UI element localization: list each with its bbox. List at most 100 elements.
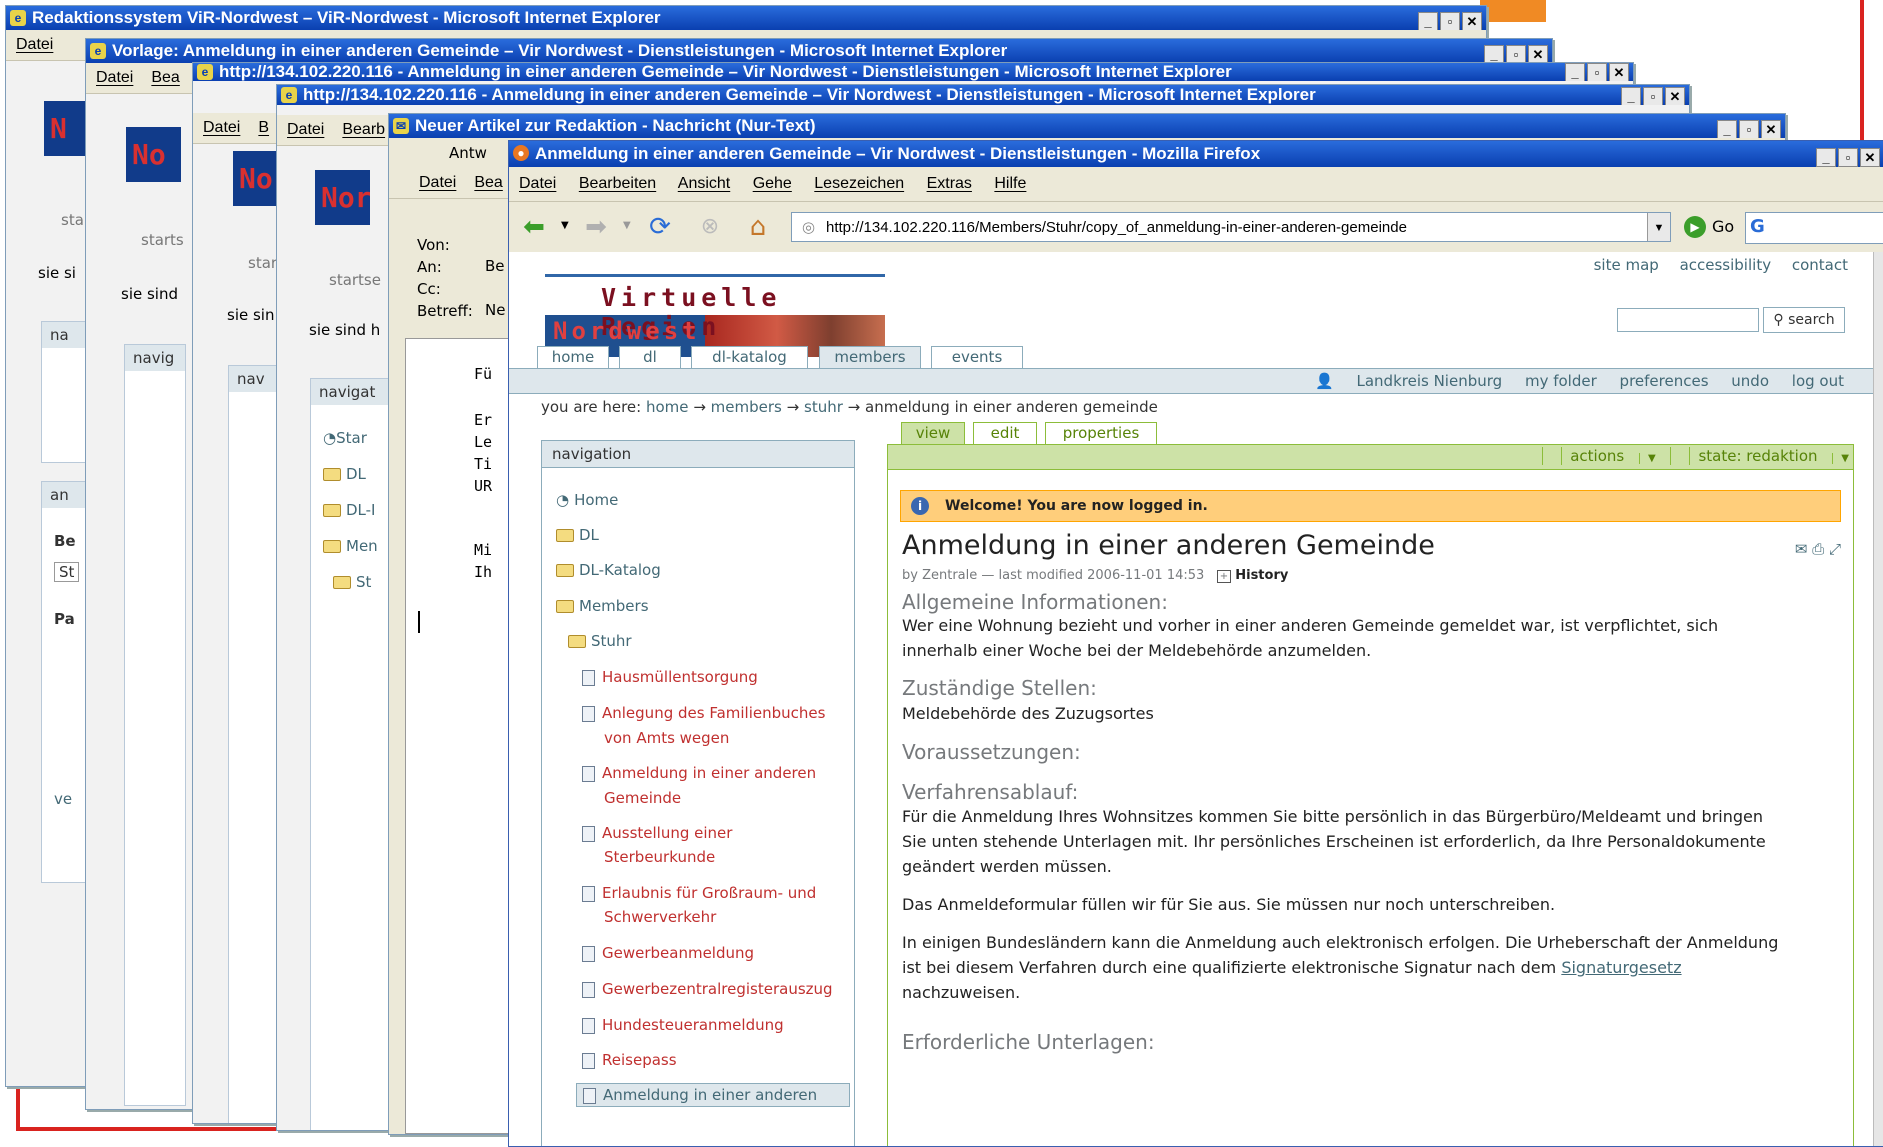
window-controls[interactable]: _ ▫ ✕ xyxy=(1619,86,1685,105)
minimize-button[interactable]: _ xyxy=(1717,120,1737,138)
tab-properties[interactable]: properties xyxy=(1045,422,1157,444)
site-map-link[interactable]: site map xyxy=(1594,256,1659,274)
nav-doc-current[interactable]: Anmeldung in einer anderen xyxy=(576,1083,850,1107)
maximize-button[interactable]: ▫ xyxy=(1587,63,1607,81)
search-button[interactable]: ⚲ search xyxy=(1763,307,1845,333)
home-button[interactable]: ⌂ xyxy=(741,210,775,244)
nav-doc[interactable]: Reisepass xyxy=(582,1051,677,1069)
menu-bearbeiten[interactable]: Bearbeiten xyxy=(579,175,656,192)
nav-doc[interactable]: Erlaubnis für Großraum- und xyxy=(582,884,816,902)
minimize-button[interactable]: _ xyxy=(1565,63,1585,81)
minimize-button[interactable]: _ xyxy=(1418,12,1438,30)
log-out-link[interactable]: log out xyxy=(1792,372,1844,390)
menu-bearbeiten[interactable]: Bea xyxy=(151,69,179,86)
contact-link[interactable]: contact xyxy=(1792,256,1848,274)
forward-button[interactable]: ➡ xyxy=(579,210,613,244)
minimize-button[interactable]: _ xyxy=(1816,148,1836,167)
history-toggle[interactable]: + History xyxy=(1216,568,1288,583)
menu-datei[interactable]: Datei xyxy=(519,175,556,192)
user-link[interactable]: 👤 Landkreis Nienburg xyxy=(1297,372,1502,390)
nav-doc[interactable]: Anmeldung in einer anderen xyxy=(582,764,816,782)
window-controls[interactable]: _ ▫ ✕ xyxy=(1482,42,1548,63)
close-button[interactable]: ✕ xyxy=(1665,87,1685,105)
close-button[interactable]: ✕ xyxy=(1462,12,1482,30)
window-controls[interactable]: _ ▫ ✕ xyxy=(1563,63,1629,81)
menu-extras[interactable]: Extras xyxy=(927,175,972,192)
close-button[interactable]: ✕ xyxy=(1860,148,1880,167)
menu-datei[interactable]: Datei xyxy=(16,36,53,53)
accessibility-link[interactable]: accessibility xyxy=(1680,256,1772,274)
menu-datei[interactable]: Datei xyxy=(419,174,456,191)
reply-button[interactable]: Antw xyxy=(449,144,487,162)
reload-button[interactable]: ⟳ xyxy=(643,210,677,244)
go-button[interactable]: Go xyxy=(1712,217,1734,236)
maximize-button[interactable]: ▫ xyxy=(1838,148,1858,167)
nav-item-members[interactable]: Members xyxy=(556,597,649,615)
mail-icon[interactable]: ✉ xyxy=(1795,540,1808,558)
maximize-button[interactable]: ▫ xyxy=(1739,120,1759,138)
window-controls[interactable]: _ ▫ ✕ xyxy=(1715,117,1781,138)
full-screen-icon[interactable]: ⤢ xyxy=(1829,540,1841,558)
nav-doc[interactable]: Gewerbeanmeldung xyxy=(582,944,754,962)
close-button[interactable]: ✕ xyxy=(1761,120,1781,138)
signaturgesetz-link[interactable]: Signaturgesetz xyxy=(1561,958,1681,977)
menu-hilfe[interactable]: Hilfe xyxy=(994,175,1026,192)
vertical-scrollbar[interactable] xyxy=(1873,252,1883,1146)
tab-view[interactable]: view xyxy=(901,422,965,444)
nav-doc[interactable]: Hundesteueranmeldung xyxy=(582,1016,784,1034)
menu-lesezeichen[interactable]: Lesezeichen xyxy=(814,175,904,192)
nav-doc-line[interactable]: Gemeinde xyxy=(604,789,681,807)
breadcrumb-stuhr[interactable]: stuhr xyxy=(804,398,843,416)
nav-item-dl[interactable]: DL xyxy=(556,526,599,544)
menu-ansicht[interactable]: Ansicht xyxy=(678,175,730,192)
tab-events[interactable]: events xyxy=(931,346,1023,368)
nav-item-home[interactable]: ◔ Home xyxy=(556,491,618,509)
url-bar[interactable]: ◎ http://134.102.220.116/Members/Stuhr/co… xyxy=(791,212,1671,242)
back-dropdown-icon[interactable]: ▼ xyxy=(561,220,569,231)
nav-item-stuhr[interactable]: Stuhr xyxy=(568,632,632,650)
menu-bearbeiten[interactable]: Bea xyxy=(474,174,502,191)
search-engine-box[interactable]: G xyxy=(1745,212,1883,244)
maximize-button[interactable]: ▫ xyxy=(1506,45,1526,63)
nav-doc[interactable]: Gewerbezentralregisterauszug xyxy=(582,980,833,998)
menu-gehe[interactable]: Gehe xyxy=(753,175,792,192)
my-folder-link[interactable]: my folder xyxy=(1525,372,1597,390)
title-bar[interactable]: e http://134.102.220.116 - Anmeldung in e… xyxy=(193,63,1633,81)
title-bar[interactable]: e Vorlage: Anmeldung in einer anderen Gem… xyxy=(86,39,1552,63)
nav-doc-line[interactable]: von Amts wegen xyxy=(604,729,729,747)
stop-button[interactable]: ⊗ xyxy=(693,210,727,244)
window-controls[interactable]: _ ▫ ✕ xyxy=(1416,9,1482,30)
menu-bearbeiten[interactable]: B xyxy=(258,119,269,136)
undo-link[interactable]: undo xyxy=(1731,372,1769,390)
title-bar[interactable]: ● Anmeldung in einer anderen Gemeinde – V… xyxy=(509,141,1883,167)
window-controls[interactable]: _ ▫ ✕ xyxy=(1814,144,1880,167)
nav-doc-line[interactable]: Schwerverkehr xyxy=(604,908,716,926)
close-button[interactable]: ✕ xyxy=(1609,63,1629,81)
title-bar[interactable]: ✉ Neuer Artikel zur Redaktion - Nachricht… xyxy=(389,114,1785,138)
nav-doc[interactable]: Anlegung des Familienbuches xyxy=(582,704,825,722)
breadcrumb-home[interactable]: home xyxy=(646,398,689,416)
search-input[interactable] xyxy=(1617,308,1759,332)
minimize-button[interactable]: _ xyxy=(1621,87,1641,105)
menu-datei[interactable]: Datei xyxy=(287,121,324,138)
nav-doc[interactable]: Ausstellung einer xyxy=(582,824,732,842)
back-button[interactable]: ⬅ xyxy=(517,210,551,244)
nav-doc[interactable]: Hausmüllentsorgung xyxy=(582,668,758,686)
maximize-button[interactable]: ▫ xyxy=(1643,87,1663,105)
nav-doc-line[interactable]: Sterbeurkunde xyxy=(604,848,715,866)
actions-menu[interactable]: actions ▼ xyxy=(1542,447,1656,465)
forward-dropdown-icon[interactable]: ▼ xyxy=(623,220,631,231)
preferences-link[interactable]: preferences xyxy=(1620,372,1709,390)
title-bar[interactable]: e Redaktionssystem ViR-Nordwest – ViR-Nor… xyxy=(6,6,1486,30)
state-menu[interactable]: state: redaktion ▼ xyxy=(1670,447,1849,465)
tab-edit[interactable]: edit xyxy=(973,422,1037,444)
menu-datei[interactable]: Datei xyxy=(96,69,133,86)
nav-item-dl-katalog[interactable]: DL-Katalog xyxy=(556,561,661,579)
menu-bearbeiten[interactable]: Bearb xyxy=(342,121,385,138)
url-dropdown-icon[interactable]: ▼ xyxy=(1647,213,1670,241)
print-icon[interactable]: ⎙ xyxy=(1812,540,1824,558)
tab-dl-katalog[interactable]: dl-katalog xyxy=(691,346,808,368)
minimize-button[interactable]: _ xyxy=(1484,45,1504,63)
tab-dl[interactable]: dl xyxy=(619,346,681,368)
tab-home[interactable]: home xyxy=(537,346,609,368)
